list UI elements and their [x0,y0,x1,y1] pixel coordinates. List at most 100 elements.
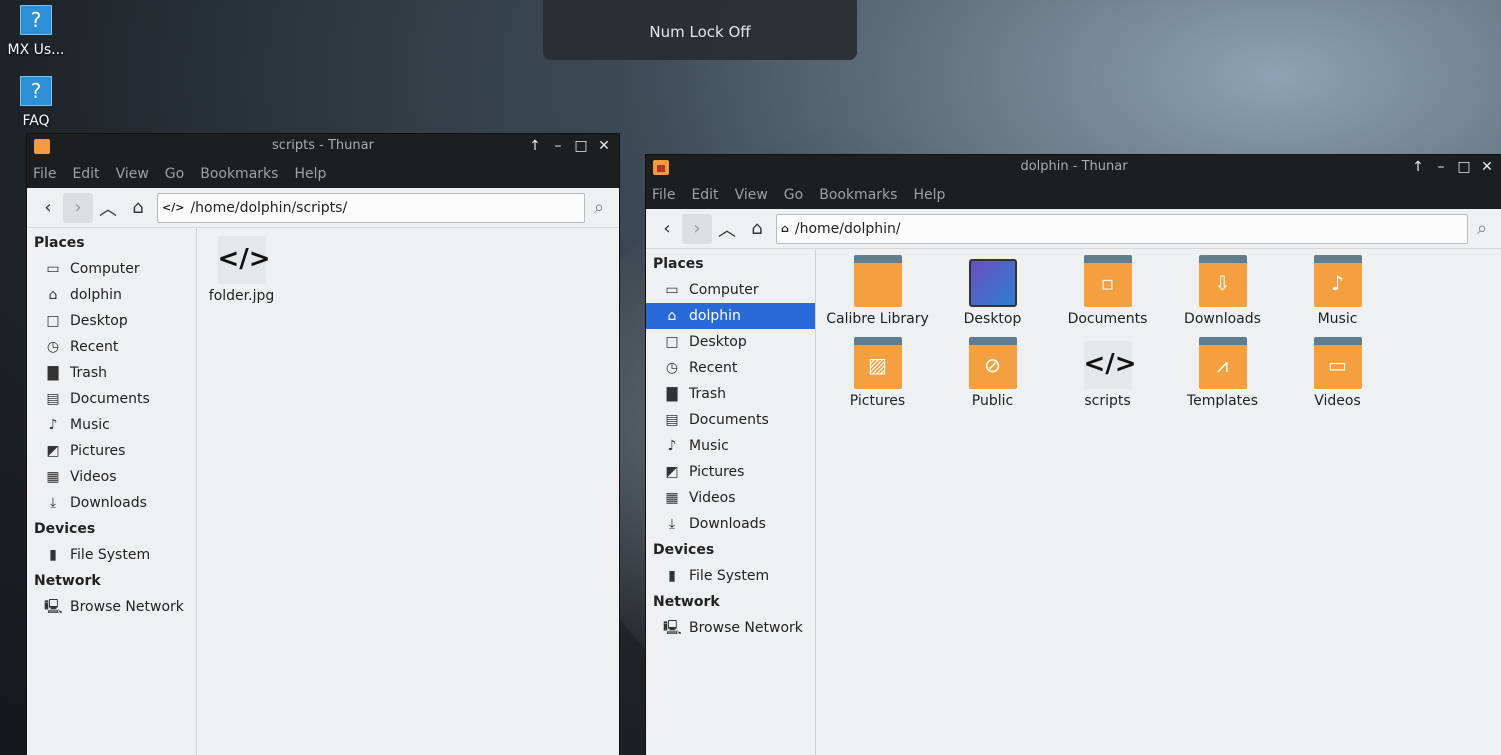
desktop-icon: □ [665,334,679,350]
file-view[interactable]: </> folder.jpg [198,228,619,755]
sidebar-item-file-system[interactable]: ▮ File System [27,542,196,568]
window-title: dolphin - Thunar [1020,159,1128,174]
menu-file[interactable]: File [33,166,56,182]
file-item-templates[interactable]: ⩘ Templates [1165,337,1280,409]
menu-go[interactable]: Go [165,166,184,182]
menu-help[interactable]: Help [913,187,945,203]
minimize-button[interactable]: – [1434,155,1448,179]
minimize-button[interactable]: – [551,134,565,158]
menu-edit[interactable]: Edit [691,187,718,203]
sidebar-item-label: Recent [70,339,119,355]
home-button[interactable]: ⌂ [742,214,772,244]
title-bar[interactable]: dolphin - Thunar ↑ – □ ✕ [646,155,1501,181]
menu-bookmarks[interactable]: Bookmarks [819,187,897,203]
sidebar-item-music[interactable]: ♪ Music [27,412,196,438]
sidebar-item-videos[interactable]: ▦ Videos [646,485,815,511]
search-icon[interactable]: ⌕ [1468,215,1496,243]
sidebar-item-browse-network[interactable]: 🖳 Browse Network [646,615,815,641]
title-bar[interactable]: scripts - Thunar ↑ – □ ✕ [27,134,619,160]
file-item-scripts[interactable]: </> scripts [1050,341,1165,409]
video-icon: ▦ [665,490,679,506]
help-icon: ? [20,76,52,106]
sidebar-item-pictures[interactable]: ◩ Pictures [646,459,815,485]
close-button[interactable]: ✕ [597,134,611,158]
sidebar-item-trash[interactable]: ▇ Trash [646,381,815,407]
sidebar-item-downloads[interactable]: ⤓ Downloads [646,511,815,537]
network-header: Network [34,573,101,589]
forward-button[interactable]: › [63,192,93,223]
desktop-icon-mx-user[interactable]: ? MX Us... [1,5,71,58]
file-name: Documents [1067,311,1148,327]
file-item-desktop[interactable]: Desktop [935,259,1050,327]
file-item-downloads[interactable]: ⇩ Downloads [1165,255,1280,327]
location-bar[interactable]: </> /home/dolphin/scripts/ [157,192,585,223]
up-button[interactable]: ︿ [93,193,123,223]
sidebar-item-desktop[interactable]: □ Desktop [27,308,196,334]
videos-folder-icon: ▭ [1313,337,1362,389]
maximize-button[interactable]: □ [574,134,588,158]
sidebar-item-music[interactable]: ♪ Music [646,433,815,459]
sidebar-item-browse-network[interactable]: 🖳 Browse Network [27,594,196,620]
menu-view[interactable]: View [116,166,149,182]
sidebar-item-label: Desktop [689,334,747,350]
toolbar: ‹ › ︿ ⌂ ⌂ /home/dolphin/ ⌕ [646,209,1501,249]
keep-above-button[interactable]: ↑ [528,134,542,158]
menu-bookmarks[interactable]: Bookmarks [200,166,278,182]
sidebar-item-documents[interactable]: ▤ Documents [646,407,815,433]
up-button[interactable]: ︿ [712,214,742,244]
osd-text: Num Lock Off [649,23,751,41]
back-button[interactable]: ‹ [33,193,63,223]
sidebar-item-label: Computer [689,282,759,298]
sidebar-item-computer[interactable]: ▭ Computer [27,256,196,282]
sidebar-item-computer[interactable]: ▭ Computer [646,277,815,303]
sidebar-item-desktop[interactable]: □ Desktop [646,329,815,355]
file-item-folder-jpg[interactable]: </> folder.jpg [184,236,299,304]
sidebar-item-label: Computer [70,261,140,277]
home-button[interactable]: ⌂ [123,193,153,223]
help-icon: ? [20,5,52,35]
menu-go[interactable]: Go [784,187,803,203]
location-bar[interactable]: ⌂ /home/dolphin/ [776,213,1468,244]
sidebar-item-dolphin[interactable]: ⌂ dolphin [27,282,196,308]
file-item-public[interactable]: ⊘ Public [935,337,1050,409]
menu-file[interactable]: File [652,187,675,203]
desktop-folder-icon [968,259,1017,307]
sidebar-item-label: Downloads [689,516,766,532]
file-name: Pictures [849,393,906,409]
sidebar-item-label: File System [70,547,151,563]
sidebar-item-trash[interactable]: ▇ Trash [27,360,196,386]
back-button[interactable]: ‹ [652,214,682,244]
menu-edit[interactable]: Edit [72,166,99,182]
file-item-videos[interactable]: ▭ Videos [1280,337,1395,409]
file-view[interactable]: Calibre Library Desktop ▫ Documents ⇩ Do… [817,249,1501,755]
desktop-icon-faq[interactable]: ? FAQ [1,76,71,129]
maximize-button[interactable]: □ [1457,155,1471,179]
sidebar-item-videos[interactable]: ▦ Videos [27,464,196,490]
sidebar-item-recent[interactable]: ◷ Recent [646,355,815,381]
close-button[interactable]: ✕ [1480,155,1494,179]
sidebar-item-recent[interactable]: ◷ Recent [27,334,196,360]
sidebar-item-documents[interactable]: ▤ Documents [27,386,196,412]
thunar-window-scripts: scripts - Thunar ↑ – □ ✕ File Edit View … [26,133,620,755]
location-path: /home/dolphin/scripts/ [190,199,348,216]
file-item-music[interactable]: ♪ Music [1280,255,1395,327]
file-item-documents[interactable]: ▫ Documents [1050,255,1165,327]
sidebar-item-dolphin[interactable]: ⌂ dolphin [646,303,815,329]
search-icon[interactable]: ⌕ [585,194,613,222]
file-item-calibre-library[interactable]: Calibre Library [820,255,935,327]
sidebar-item-downloads[interactable]: ⤓ Downloads [27,490,196,516]
home-icon: ⌂ [48,287,58,303]
sidebar-item-pictures[interactable]: ◩ Pictures [27,438,196,464]
sidebar-item-label: Trash [689,386,726,402]
file-name: folder.jpg [208,288,275,304]
sidebar-item-label: dolphin [70,287,122,303]
file-item-pictures[interactable]: ▨ Pictures [820,337,935,409]
sidebar-item-file-system[interactable]: ▮ File System [646,563,815,589]
menu-help[interactable]: Help [294,166,326,182]
keep-above-button[interactable]: ↑ [1411,155,1425,179]
sidebar-item-label: Browse Network [70,599,184,615]
menu-view[interactable]: View [735,187,768,203]
download-icon: ⤓ [668,516,676,532]
video-icon: ▦ [46,469,60,485]
forward-button[interactable]: › [682,213,712,244]
